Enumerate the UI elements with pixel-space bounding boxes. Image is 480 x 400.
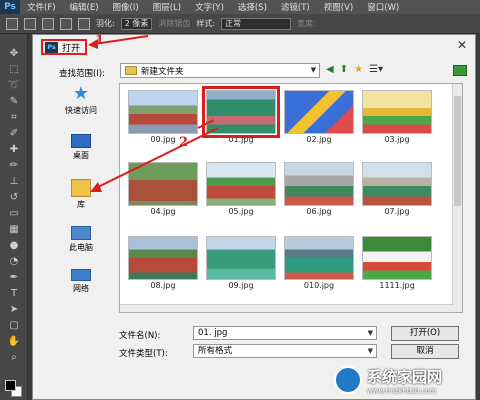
arrow-head-icon [88, 39, 98, 49]
watermark-url: www.hnzkhbsb.com [367, 386, 437, 395]
arrow-to-pc [95, 127, 219, 189]
site-logo-icon [334, 366, 362, 394]
arrow-to-title [93, 35, 149, 45]
arrow-to-selected [197, 119, 215, 129]
watermark-text: 系统家园网 [367, 367, 443, 386]
site-watermark: 系统家园网 www.hnzkhbsb.com [334, 360, 480, 400]
annotation-arrows [88, 35, 219, 192]
